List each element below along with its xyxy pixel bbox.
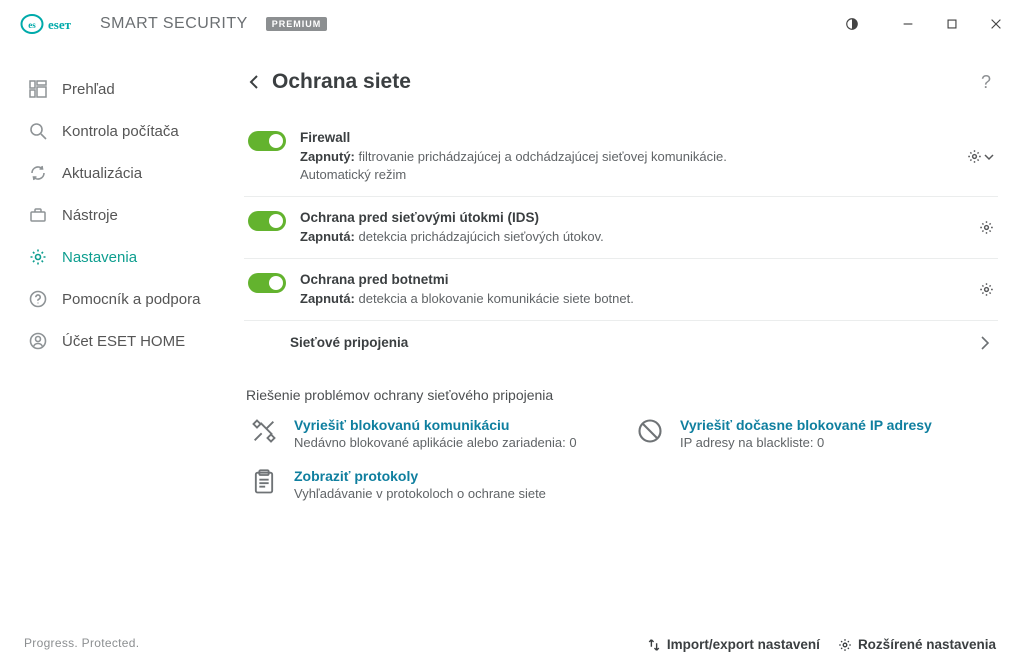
sidebar-item-tools[interactable]: Nástroje — [0, 194, 232, 236]
magnifier-icon — [28, 121, 48, 141]
row-title: Firewall — [300, 129, 940, 148]
eset-logo-icon: es eseᴛ — [20, 13, 90, 35]
row-gear-menu[interactable] — [954, 149, 994, 164]
toggle-botnet[interactable] — [248, 273, 286, 293]
row-gear-button[interactable] — [966, 220, 994, 235]
main-footer: Import/export nastavení Rozšírené nastav… — [244, 623, 998, 670]
toggle-firewall[interactable] — [248, 131, 286, 151]
toolbox-icon — [28, 205, 48, 225]
troubleshoot-heading: Riešenie problémov ochrany sieťového pri… — [246, 387, 998, 403]
row-title: Ochrana pred sieťovými útokmi (IDS) — [300, 209, 952, 228]
ts-item-logs: Zobraziť protokoly Vyhľadávanie v protok… — [250, 468, 612, 501]
block-icon — [636, 417, 666, 447]
row-gear-button[interactable] — [966, 282, 994, 297]
row-extra: Automatický režim — [300, 166, 940, 184]
ts-sub: Nedávno blokované aplikácie alebo zariad… — [294, 435, 577, 450]
dashboard-icon — [28, 79, 48, 99]
tools-icon — [250, 417, 280, 447]
row-description: Zapnutá: detekcia a blokovanie komunikác… — [300, 290, 952, 308]
close-button[interactable] — [976, 8, 1016, 40]
ts-link[interactable]: Vyriešiť dočasne blokované IP adresy — [680, 417, 932, 433]
ts-link[interactable]: Vyriešiť blokovanú komunikáciu — [294, 417, 577, 433]
theme-toggle-icon[interactable] — [832, 8, 872, 40]
row-title: Ochrana pred botnetmi — [300, 271, 952, 290]
sidebar: Prehľad Kontrola počítača Aktualizácia N… — [0, 48, 232, 670]
premium-badge: PREMIUM — [266, 17, 328, 31]
sidebar-item-label: Pomocník a podpora — [62, 291, 200, 308]
setting-row-botnet: Ochrana pred botnetmi Zapnutá: detekcia … — [244, 259, 998, 321]
brand: es eseᴛ SMART SECURITY PREMIUM — [20, 13, 327, 35]
network-connections-link[interactable]: Sieťové pripojenia — [244, 321, 998, 365]
sidebar-item-label: Aktualizácia — [62, 165, 142, 182]
minimize-button[interactable] — [888, 8, 928, 40]
sidebar-item-scan[interactable]: Kontrola počítača — [0, 110, 232, 152]
svg-text:eseᴛ: eseᴛ — [48, 17, 72, 32]
troubleshoot-grid: Vyriešiť blokovanú komunikáciu Nedávno b… — [244, 417, 998, 501]
ts-item-blocked-comm: Vyriešiť blokovanú komunikáciu Nedávno b… — [250, 417, 612, 450]
svg-text:es: es — [28, 20, 36, 30]
sidebar-item-update[interactable]: Aktualizácia — [0, 152, 232, 194]
sidebar-item-overview[interactable]: Prehľad — [0, 68, 232, 110]
refresh-icon — [28, 163, 48, 183]
row-description: Zapnutá: detekcia prichádzajúcich sieťov… — [300, 228, 952, 246]
setting-row-firewall: Firewall Zapnutý: filtrovanie prichádzaj… — [244, 117, 998, 197]
row-description: Zapnutý: filtrovanie prichádzajúcej a od… — [300, 148, 940, 166]
sidebar-item-label: Kontrola počítača — [62, 123, 179, 140]
sidebar-item-label: Nastavenia — [62, 249, 137, 266]
sidebar-item-settings[interactable]: Nastavenia — [0, 236, 232, 278]
user-icon — [28, 331, 48, 351]
help-icon — [28, 289, 48, 309]
window-controls — [832, 8, 1016, 40]
row-title: Sieťové pripojenia — [290, 335, 408, 350]
sidebar-item-account[interactable]: Účet ESET HOME — [0, 320, 232, 362]
sidebar-item-help[interactable]: Pomocník a podpora — [0, 278, 232, 320]
setting-row-ids: Ochrana pred sieťovými útokmi (IDS) Zapn… — [244, 197, 998, 259]
product-name: SMART SECURITY — [100, 15, 248, 33]
ts-sub: Vyhľadávanie v protokoloch o ochrane sie… — [294, 486, 546, 501]
gear-icon — [28, 247, 48, 267]
page-title: Ochrana siete — [272, 70, 411, 94]
sidebar-item-label: Prehľad — [62, 81, 115, 98]
chevron-right-icon — [980, 336, 990, 350]
clipboard-icon — [250, 468, 280, 498]
footer-label: Rozšírené nastavenia — [858, 637, 996, 652]
gear-icon — [838, 638, 852, 652]
import-export-button[interactable]: Import/export nastavení — [647, 637, 820, 652]
ts-item-blocked-ip: Vyriešiť dočasne blokované IP adresy IP … — [636, 417, 998, 450]
title-bar: es eseᴛ SMART SECURITY PREMIUM — [0, 0, 1024, 48]
import-export-icon — [647, 638, 661, 652]
footer-label: Import/export nastavení — [667, 637, 820, 652]
ts-link[interactable]: Zobraziť protokoly — [294, 468, 546, 484]
back-button[interactable] — [244, 72, 264, 92]
advanced-settings-button[interactable]: Rozšírené nastavenia — [838, 637, 996, 652]
tagline: Progress. Protected. — [0, 636, 232, 670]
chevron-down-icon — [984, 152, 994, 162]
context-help-button[interactable]: ? — [974, 70, 998, 94]
sidebar-item-label: Účet ESET HOME — [62, 333, 185, 350]
ts-sub: IP adresy na blackliste: 0 — [680, 435, 932, 450]
sidebar-item-label: Nástroje — [62, 207, 118, 224]
maximize-button[interactable] — [932, 8, 972, 40]
toggle-ids[interactable] — [248, 211, 286, 231]
main-content: Ochrana siete ? Firewall Zapnutý: filtro… — [232, 48, 1024, 670]
